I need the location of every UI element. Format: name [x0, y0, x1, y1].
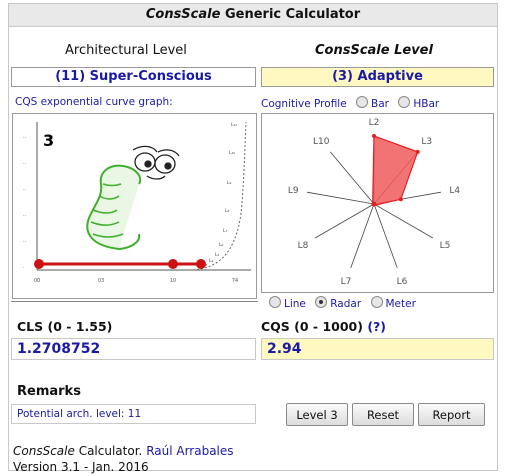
- x-tick-label: 03: [98, 278, 104, 284]
- x-tick-label: 74: [232, 278, 238, 284]
- cqs-graph-svg: ........... 00 03 10 74 3 L₁₁L₁₀L₉L₈L₇L₆…: [23, 121, 251, 284]
- cqs-label: CQS (0 - 1000) (?): [261, 319, 386, 334]
- radar-axis-label: L7: [341, 277, 352, 287]
- radar-axis: [306, 191, 375, 205]
- x-tick-labels: 00 03 10 74: [34, 278, 238, 284]
- cqs-help-link[interactable]: (?): [367, 319, 386, 334]
- radar-axis: [329, 151, 375, 205]
- meter-option-label: Meter: [385, 298, 416, 310]
- radar-axis-label: L2: [369, 118, 380, 128]
- radar-point: [372, 134, 376, 138]
- radar-axis-label: L4: [449, 186, 460, 196]
- level-mark: L₅: [215, 252, 220, 258]
- level-mark: L₈: [225, 208, 230, 214]
- x-tick-label: 10: [170, 278, 176, 284]
- level-mark: L₄: [209, 258, 214, 264]
- radar-profile-area: [371, 135, 419, 207]
- calculator-title: ConsScale Generic Calculator: [9, 4, 497, 27]
- author-link[interactable]: Raúl Arrabales: [146, 444, 233, 458]
- consscale-calculator: ConsScale Generic Calculator Architectur…: [8, 3, 498, 474]
- consscale-level-display: (3) Adaptive: [261, 67, 494, 87]
- worm-eyes-icon: [132, 145, 180, 180]
- level-mark: L₉: [227, 180, 232, 186]
- worm-mascot-icon: [86, 164, 142, 250]
- radar-svg: L2 L3 L4 L5 L6 L7 L8 L9 L10: [288, 118, 461, 287]
- graph-separator: [11, 301, 258, 302]
- consscale-level-heading: ConsScale Level: [315, 43, 433, 58]
- hbar-radio[interactable]: [398, 96, 411, 108]
- radar-axis: [373, 203, 434, 239]
- footer-text: Calculator.: [78, 444, 143, 458]
- bar-option-label: Bar: [371, 98, 389, 110]
- footer-brand: ConsScale: [13, 444, 75, 458]
- meter-radio[interactable]: [370, 296, 383, 308]
- cognitive-profile-label: Cognitive Profile: [261, 98, 347, 110]
- graph-level-number: 3: [43, 131, 54, 150]
- radar-axis-label: L8: [298, 241, 309, 251]
- radar-point: [398, 197, 403, 202]
- line-option-label: Line: [284, 298, 306, 310]
- radar-axis-label: L9: [288, 186, 299, 196]
- y-tick-label: .: [23, 264, 25, 270]
- radar-radio[interactable]: [315, 296, 328, 308]
- radar-axis: [350, 203, 375, 269]
- title-rest: Generic Calculator: [224, 7, 361, 22]
- y-tick-label: ..: [23, 134, 27, 140]
- cqs-curve-graph: ........... 00 03 10 74 3 L₁₁ L₁₀ L₉ L₈ …: [12, 113, 257, 299]
- radar-axis-label: L3: [421, 137, 432, 147]
- radar-point: [372, 202, 376, 206]
- y-tick-labels: ...........: [23, 134, 27, 270]
- y-tick-label: ..: [23, 186, 27, 192]
- graph-type-options: Line Radar Meter: [263, 296, 416, 310]
- y-tick-label: ..: [23, 160, 27, 166]
- current-marker-end: [196, 259, 206, 269]
- cqs-value-field: 2.94: [261, 338, 494, 360]
- reset-button[interactable]: Reset: [352, 403, 414, 426]
- level-mark: L₆: [219, 242, 224, 248]
- remarks-label: Remarks: [17, 384, 81, 399]
- radar-axis-label: L5: [440, 241, 451, 251]
- line-radio[interactable]: [269, 296, 281, 308]
- level-mark: L₇: [223, 228, 228, 234]
- radar-axis-label: L10: [313, 137, 330, 147]
- cognitive-profile-radar: L2 L3 L4 L5 L6 L7 L8 L9 L10: [261, 113, 494, 293]
- cls-value-field: 1.2708752: [11, 338, 256, 360]
- level-mark: L₁₁: [231, 122, 237, 128]
- y-tick-label: ..: [23, 212, 27, 218]
- graph-label: CQS exponential curve graph:: [15, 96, 173, 108]
- level-marks: L₁₁L₁₀L₉L₈L₇L₆L₅L₄L₃: [203, 122, 237, 268]
- architectural-level-heading: Architectural Level: [65, 43, 187, 58]
- radar-axis: [373, 203, 398, 269]
- radar-axis: [314, 203, 375, 239]
- radar-point: [415, 149, 420, 154]
- radar-axis-label: L6: [397, 277, 408, 287]
- current-marker-start: [34, 259, 44, 269]
- bar-radio[interactable]: [356, 96, 369, 108]
- current-marker-mid: [168, 259, 178, 269]
- title-brand: ConsScale: [145, 7, 221, 22]
- architectural-level-select[interactable]: (11) Super-Conscious: [11, 67, 256, 87]
- cognitive-profile-options: Cognitive Profile Bar HBar: [261, 96, 439, 110]
- level-button[interactable]: Level 3: [286, 403, 348, 426]
- report-button[interactable]: Report: [418, 403, 485, 426]
- cqs-label-text: CQS (0 - 1000): [261, 319, 363, 334]
- footer-credit: ConsScale Calculator. Raúl Arrabales: [13, 444, 234, 458]
- radar-option-label: Radar: [330, 298, 362, 310]
- remarks-field: Potential arch. level: 11: [11, 404, 256, 424]
- hbar-option-label: HBar: [413, 98, 440, 110]
- y-tick-label: ..: [23, 238, 27, 244]
- footer-version: Version 3.1 - Jan. 2016: [13, 460, 149, 474]
- level-mark: L₁₀: [229, 150, 235, 156]
- cls-label: CLS (0 - 1.55): [17, 319, 113, 334]
- x-tick-label: 00: [34, 278, 40, 284]
